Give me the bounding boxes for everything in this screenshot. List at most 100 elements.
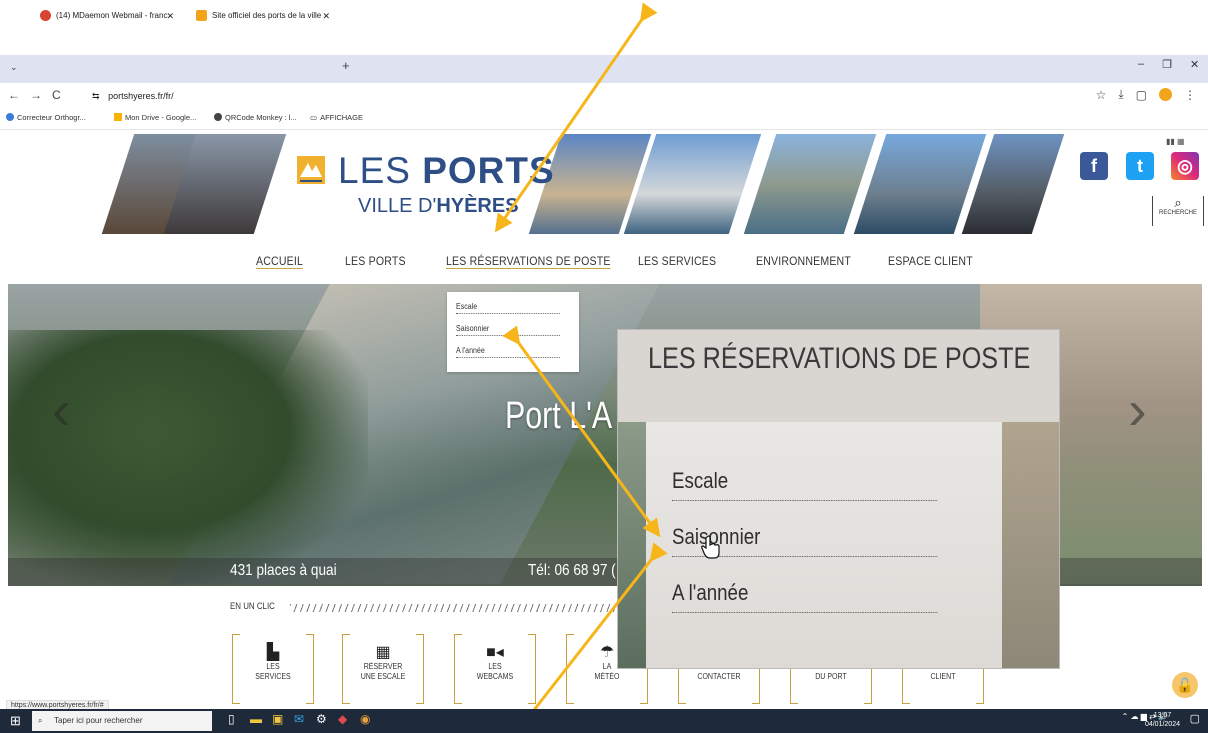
nav-environnement[interactable]: ENVIRONNEMENT bbox=[756, 254, 851, 268]
zoom-background-right bbox=[1000, 422, 1059, 668]
clock-time: 13:07 bbox=[1153, 712, 1172, 719]
search-label: RECHERCHE bbox=[1158, 210, 1197, 216]
zoom-heading: LES RÉSERVATIONS DE POSTE bbox=[648, 342, 1031, 375]
quick-label: LES bbox=[488, 662, 502, 671]
tab-close-icon[interactable]: ✕ bbox=[322, 4, 330, 28]
qrcode-icon bbox=[214, 113, 222, 121]
search-button[interactable]: ⌕ RECHERCHE bbox=[1152, 196, 1204, 226]
logo-title[interactable]: LES PORTS bbox=[338, 150, 555, 192]
tab-title: (14) MDaemon Webmail - franc bbox=[56, 11, 168, 20]
bookmark-label: Correcteur Orthogr... bbox=[17, 113, 86, 122]
quick-label: MÉTÉO bbox=[594, 672, 620, 681]
clock[interactable]: 13:07 04/01/2024 bbox=[1145, 711, 1180, 729]
explorer-icon[interactable]: ▬ bbox=[250, 712, 262, 726]
language-flags[interactable]: ▮▮ ▦ bbox=[1166, 137, 1185, 146]
quick-label: RÉSERVER bbox=[363, 662, 403, 671]
quick-label: DU PORT bbox=[815, 672, 847, 681]
dropdown-item-annee[interactable]: A l'année bbox=[456, 346, 560, 358]
tab-portshyeres[interactable]: Site officiel des ports de la ville ✕ bbox=[188, 4, 338, 28]
notification-icon[interactable]: ▢ bbox=[1190, 712, 1200, 725]
quick-label: LES bbox=[266, 662, 280, 671]
bookmark-icon bbox=[6, 113, 14, 121]
window-controls: – ❐ ✕ bbox=[1138, 58, 1208, 78]
zoom-background-left bbox=[618, 422, 648, 668]
nav-services[interactable]: LES SERVICES bbox=[638, 254, 716, 268]
calendar-icon: ▦ bbox=[375, 644, 391, 661]
instagram-icon[interactable]: ◎ bbox=[1171, 152, 1199, 180]
slider-next-icon[interactable]: › bbox=[1128, 380, 1156, 440]
quick-label: SERVICES bbox=[255, 672, 291, 681]
app-icon[interactable]: ◆ bbox=[338, 712, 347, 726]
nav-accueil[interactable]: ACCUEIL bbox=[256, 254, 304, 269]
tab-close-icon[interactable]: ✕ bbox=[166, 4, 174, 28]
clock-date: 04/01/2024 bbox=[1144, 721, 1180, 728]
forward-icon[interactable]: → bbox=[30, 88, 42, 102]
hero-places: 431 places à quai bbox=[230, 562, 337, 579]
url-text: portshyeres.fr/fr/ bbox=[108, 91, 174, 101]
task-view-icon[interactable]: ▯ bbox=[228, 712, 235, 726]
bookmark-folder-affichage[interactable]: ▭ AFFICHAGE bbox=[310, 113, 363, 122]
dropdown-item-escale[interactable]: Escale bbox=[456, 302, 560, 314]
twitter-icon[interactable]: t bbox=[1126, 152, 1154, 180]
drive-icon bbox=[114, 113, 122, 121]
logo-light-text: VILLE D' bbox=[358, 195, 437, 217]
bookmark-qrcode[interactable]: QRCode Monkey : l... bbox=[214, 113, 297, 122]
slider-prev-icon[interactable]: ‹ bbox=[52, 380, 80, 440]
menu-icon[interactable]: ⋮ bbox=[1184, 88, 1196, 102]
tab-title: Site officiel des ports de la ville bbox=[212, 11, 322, 20]
bookmark-label: QRCode Monkey : l... bbox=[225, 113, 297, 122]
logo-icon bbox=[296, 155, 326, 185]
mail-icon[interactable]: ✉ bbox=[294, 712, 304, 726]
restore-icon[interactable]: ❐ bbox=[1162, 58, 1172, 78]
toolbar-right: ☆ ⤓ ▢ ⋮ bbox=[1096, 87, 1196, 102]
hero-trees-image bbox=[8, 330, 368, 586]
portshyeres-icon bbox=[196, 10, 207, 21]
hand-cursor-icon bbox=[700, 535, 722, 565]
accessibility-lock-icon[interactable]: 🔓 bbox=[1172, 672, 1198, 698]
hero-phone[interactable]: Tél: 06 68 97 ( bbox=[528, 562, 616, 580]
logo-subtitle: VILLE D'HYÈRES bbox=[358, 195, 519, 218]
new-tab-button[interactable]: + bbox=[342, 58, 350, 73]
quick-reserver-escale[interactable]: ▦ RÉSERVER UNE ESCALE bbox=[342, 634, 424, 704]
quick-label: WEBCAMS bbox=[476, 672, 514, 681]
quick-services[interactable]: ▙ LES SERVICES bbox=[232, 634, 314, 704]
logo-bold-text: HYÈRES bbox=[436, 195, 519, 217]
nav-buttons: ← → C bbox=[8, 88, 61, 102]
quick-label: UNE ESCALE bbox=[360, 672, 406, 681]
tab-mdaemon[interactable]: (14) MDaemon Webmail - franc ✕ bbox=[32, 4, 182, 28]
back-icon[interactable]: ← bbox=[8, 88, 20, 102]
quick-label: CLIENT bbox=[930, 672, 956, 681]
calendar-app-icon[interactable]: ▣ bbox=[272, 712, 283, 726]
tab-strip bbox=[0, 55, 1208, 83]
sidebar-icon[interactable]: ▢ bbox=[1136, 88, 1147, 102]
windows-start-icon[interactable]: ⊞ bbox=[10, 713, 21, 729]
zoom-item-escale: Escale bbox=[672, 468, 938, 501]
star-icon[interactable]: ☆ bbox=[1096, 88, 1107, 102]
nav-reservations[interactable]: LES RÉSERVATIONS DE POSTE bbox=[446, 254, 611, 269]
settings-icon[interactable]: ⚙ bbox=[316, 712, 327, 726]
hero-title: Port L'A bbox=[505, 395, 613, 437]
reload-icon[interactable]: C bbox=[52, 88, 61, 102]
nav-espace-client[interactable]: ESPACE CLIENT bbox=[888, 254, 973, 268]
bookmark-label: Mon Drive - Google... bbox=[125, 113, 197, 122]
address-bar-row bbox=[0, 83, 1208, 109]
bookmark-drive[interactable]: Mon Drive - Google... bbox=[114, 113, 196, 122]
quick-label: CONTACTER bbox=[697, 672, 741, 681]
url-field[interactable]: ⇆ portshyeres.fr/fr/ bbox=[92, 87, 174, 105]
bookmark-correcteur[interactable]: Correcteur Orthogr... bbox=[6, 113, 86, 122]
close-icon[interactable]: ✕ bbox=[1190, 58, 1199, 78]
site-info-icon[interactable]: ⇆ bbox=[92, 91, 100, 101]
nav-les-ports[interactable]: LES PORTS bbox=[345, 254, 406, 268]
profile-avatar[interactable] bbox=[1159, 88, 1172, 101]
tab-search-icon[interactable]: ⌄ bbox=[10, 62, 18, 73]
search-icon: ⌕ bbox=[38, 716, 43, 725]
chrome-icon[interactable]: ◉ bbox=[360, 712, 370, 726]
dropdown-item-saisonnier[interactable]: Saisonnier bbox=[456, 324, 560, 336]
taskbar-search-placeholder: Taper ici pour rechercher bbox=[54, 716, 143, 725]
facebook-icon[interactable]: f bbox=[1080, 152, 1108, 180]
download-icon[interactable]: ⤓ bbox=[1118, 87, 1123, 102]
folder-icon: ▭ bbox=[310, 113, 318, 122]
taskbar-search[interactable]: ⌕ Taper ici pour rechercher bbox=[32, 711, 212, 731]
minimize-icon[interactable]: – bbox=[1138, 58, 1144, 78]
quick-webcams[interactable]: ■◂ LES WEBCAMS bbox=[454, 634, 536, 704]
